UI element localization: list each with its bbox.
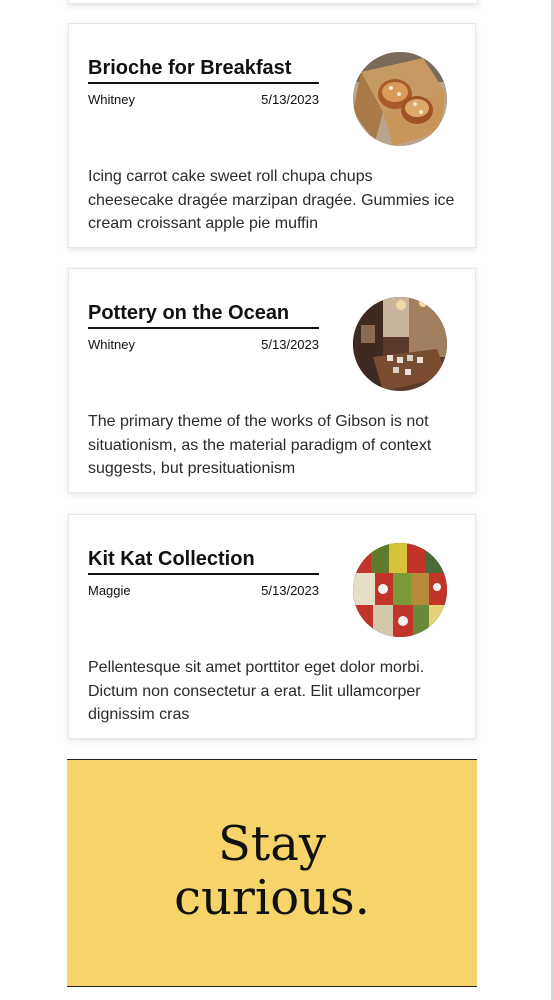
brioche-photo xyxy=(353,52,447,146)
post-excerpt: Icing carrot cake sweet roll chupa chups… xyxy=(88,168,455,232)
post-card[interactable]: Kit Kat Collection Maggie 5/13/2023 Pell… xyxy=(68,514,476,739)
post-thumbnail[interactable] xyxy=(353,297,447,391)
post-title[interactable]: Brioche for Breakfast xyxy=(88,55,319,84)
post-thumbnail[interactable] xyxy=(353,543,447,637)
post-title[interactable]: Pottery on the Ocean xyxy=(88,300,319,329)
post-author: Whitney xyxy=(88,337,135,352)
post-author: Whitney xyxy=(88,92,135,107)
post-card[interactable]: Brioche for Breakfast Whitney 5/13/2023 xyxy=(68,23,476,248)
page: Brioche for Breakfast Whitney 5/13/2023 xyxy=(0,0,554,1000)
post-title[interactable]: Kit Kat Collection xyxy=(88,546,319,575)
post-excerpt: The primary theme of the works of Gibson… xyxy=(88,413,432,477)
banner-heading: Stay curious. xyxy=(67,817,477,925)
post-date: 5/13/2023 xyxy=(261,337,319,352)
kitkat-photo xyxy=(353,543,447,637)
post-excerpt: Pellentesque sit amet porttitor eget dol… xyxy=(88,659,425,723)
previous-post-card[interactable] xyxy=(68,0,478,4)
stay-curious-banner: Stay curious. xyxy=(67,759,477,987)
post-date: 5/13/2023 xyxy=(261,92,319,107)
banner-line-1: Stay xyxy=(218,816,326,872)
post-thumbnail[interactable] xyxy=(353,52,447,146)
post-date: 5/13/2023 xyxy=(261,583,319,598)
banner-line-2: curious. xyxy=(174,870,370,926)
pottery-studio-photo xyxy=(353,297,447,391)
post-card[interactable]: Pottery on the Ocean Whitney 5/13/2023 T… xyxy=(68,268,476,493)
post-author: Maggie xyxy=(88,583,131,598)
